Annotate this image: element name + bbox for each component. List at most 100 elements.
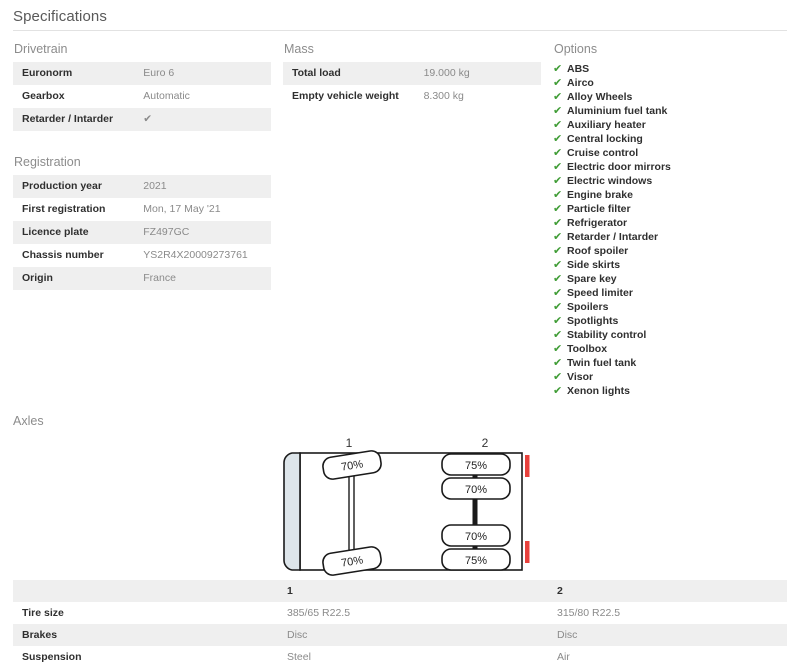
check-icon: ✔ — [553, 189, 563, 201]
row-value: Disc — [557, 629, 578, 641]
tire-axle2-outer-top: 75% — [441, 453, 511, 476]
row-value: France — [143, 272, 176, 284]
option-label: Electric windows — [567, 175, 653, 187]
section-heading-mass: Mass — [284, 42, 314, 56]
axle-diagram: 70% 70% 75% 70% 70% 75% 1 2 — [282, 428, 542, 576]
option-label: Twin fuel tank — [567, 357, 637, 369]
row-key: Brakes — [22, 629, 58, 641]
option-label: Spotlights — [567, 315, 619, 327]
check-icon: ✔ — [553, 315, 563, 327]
check-icon: ✔ — [553, 231, 563, 243]
check-icon: ✔ — [553, 287, 563, 299]
row-value: Automatic — [143, 90, 190, 102]
option-label: ABS — [567, 63, 590, 75]
check-icon: ✔ — [553, 105, 563, 117]
axle-label-2: 2 — [482, 436, 489, 450]
table-row: Origin France — [13, 267, 271, 290]
option-item: ✔ Retarder / Intarder — [553, 230, 793, 244]
option-label: Cruise control — [567, 147, 639, 159]
option-label: Alloy Wheels — [567, 91, 633, 103]
check-icon: ✔ — [553, 259, 563, 271]
option-item: ✔ Spoilers — [553, 300, 793, 314]
section-heading-registration: Registration — [14, 155, 81, 169]
option-item: ✔ Refrigerator — [553, 216, 793, 230]
row-key: First registration — [22, 203, 106, 215]
section-heading-drivetrain: Drivetrain — [14, 42, 68, 56]
table-row: Total load 19.000 kg — [283, 62, 541, 85]
column-header-axle-1: 1 — [287, 585, 293, 597]
check-icon: ✔ — [553, 217, 563, 229]
option-item: ✔ Spare key — [553, 272, 793, 286]
column-options: Options ✔ ABS ✔ Airco ✔ Alloy Wheels ✔ Aluminiu… — [553, 40, 793, 398]
option-label: Visor — [567, 371, 594, 383]
table-row: Suspension Steel Air — [13, 646, 787, 667]
option-label: Airco — [567, 77, 594, 89]
load-marker-top — [525, 455, 530, 477]
row-key: Licence plate — [22, 226, 89, 238]
option-item: ✔ Alloy Wheels — [553, 90, 793, 104]
table-header-row: 1 2 — [13, 580, 787, 602]
option-item: ✔ Particle filter — [553, 202, 793, 216]
mass-table: Total load 19.000 kg Empty vehicle weigh… — [283, 62, 541, 108]
row-key: Euronorm — [22, 67, 73, 79]
row-value: 8.300 kg — [423, 90, 464, 102]
option-item: ✔ ABS — [553, 62, 793, 76]
option-item: ✔ Visor — [553, 370, 793, 384]
row-key: Origin — [22, 272, 53, 284]
check-icon: ✔ — [553, 329, 563, 341]
table-row: Tire size 385/65 R22.5 315/80 R22.5 — [13, 602, 787, 624]
column-drivetrain-registration: Drivetrain Euronorm Euro 6 Gearbox Autom… — [13, 40, 271, 290]
option-label: Aluminium fuel tank — [567, 105, 668, 117]
option-item: ✔ Electric windows — [553, 174, 793, 188]
tire-axle2-inner-top: 70% — [441, 477, 511, 500]
check-icon: ✔ — [553, 133, 563, 145]
table-row: Retarder / Intarder ✔ — [13, 108, 271, 131]
section-heading-axles: Axles — [13, 414, 44, 428]
option-label: Engine brake — [567, 189, 633, 201]
row-key: Suspension — [22, 651, 82, 663]
option-item: ✔ Aluminium fuel tank — [553, 104, 793, 118]
option-label: Xenon lights — [567, 385, 630, 397]
load-marker-bottom — [525, 541, 530, 563]
row-value: Steel — [287, 651, 311, 663]
axle-spec-table: 1 2 Tire size 385/65 R22.5 315/80 R22.5 … — [13, 580, 787, 667]
check-icon: ✔ — [553, 63, 563, 75]
column-mass: Mass Total load 19.000 kg Empty vehicle … — [283, 40, 541, 108]
check-icon: ✔ — [553, 245, 563, 257]
table-row: Empty vehicle weight 8.300 kg — [283, 85, 541, 108]
option-label: Toolbox — [567, 343, 608, 355]
option-label: Side skirts — [567, 259, 621, 271]
option-label: Roof spoiler — [567, 245, 629, 257]
table-row: Gearbox Automatic — [13, 85, 271, 108]
option-item: ✔ Engine brake — [553, 188, 793, 202]
option-item: ✔ Stability control — [553, 328, 793, 342]
check-icon: ✔ — [553, 203, 563, 215]
row-value: 19.000 kg — [423, 67, 470, 79]
option-label: Central locking — [567, 133, 643, 145]
check-icon: ✔ — [553, 385, 563, 397]
table-row: Production year 2021 — [13, 175, 271, 198]
table-row: First registration Mon, 17 May '21 — [13, 198, 271, 221]
check-icon: ✔ — [143, 113, 153, 125]
option-item: ✔ Roof spoiler — [553, 244, 793, 258]
option-label: Refrigerator — [567, 217, 628, 229]
row-value: Mon, 17 May '21 — [143, 203, 221, 215]
table-row: Brakes Disc Disc — [13, 624, 787, 646]
option-item: ✔ Xenon lights — [553, 384, 793, 398]
check-icon: ✔ — [553, 161, 563, 173]
option-label: Spoilers — [567, 301, 609, 313]
option-item: ✔ Side skirts — [553, 258, 793, 272]
tire-tread-value: 75% — [465, 555, 487, 567]
row-value: Euro 6 — [143, 67, 175, 79]
axle-label-1: 1 — [346, 436, 353, 450]
check-icon: ✔ — [553, 175, 563, 187]
row-key: Production year — [22, 180, 102, 192]
row-value: Disc — [287, 629, 308, 641]
option-label: Auxiliary heater — [567, 119, 646, 131]
option-item: ✔ Spotlights — [553, 314, 793, 328]
option-item: ✔ Speed limiter — [553, 286, 793, 300]
table-row: Chassis number YS2R4X20009273761 — [13, 244, 271, 267]
specifications-page: Specifications Drivetrain Euronorm Euro … — [0, 0, 800, 667]
row-key: Gearbox — [22, 90, 65, 102]
check-icon: ✔ — [553, 357, 563, 369]
